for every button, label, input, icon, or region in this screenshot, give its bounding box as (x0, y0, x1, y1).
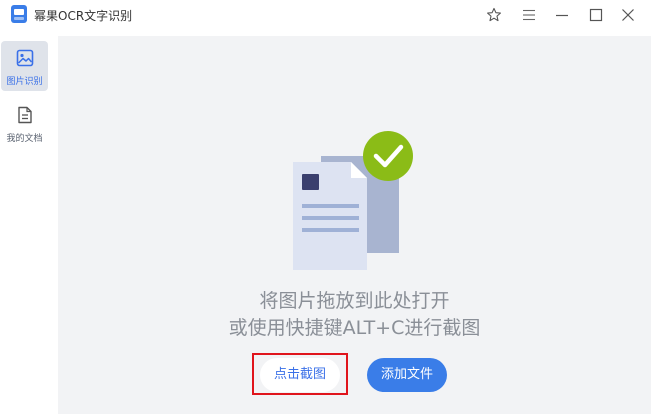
close-button[interactable] (617, 4, 639, 26)
star-icon (487, 7, 501, 22)
sidebar-item-my-documents[interactable]: 我的文档 (1, 98, 48, 148)
document-check-illustration (293, 131, 413, 270)
star-button[interactable] (483, 4, 505, 26)
add-file-button[interactable]: 添加文件 (367, 358, 447, 392)
image-icon (16, 49, 34, 67)
sidebar-item-label: 图片识别 (6, 77, 43, 87)
maximize-button[interactable] (585, 4, 607, 26)
close-icon (622, 9, 634, 21)
menu-icon (523, 9, 535, 21)
maximize-icon (589, 8, 603, 22)
app-title: 幂果OCR文字识别 (34, 9, 133, 23)
sidebar: 图片识别 我的文档 (0, 30, 52, 414)
drop-zone[interactable]: 将图片拖放到此处打开 或使用快捷键ALT+C进行截图 点击截图 添加文件 (58, 36, 651, 414)
capture-screenshot-button[interactable]: 点击截图 (260, 358, 340, 392)
menu-button[interactable] (518, 4, 540, 26)
sidebar-item-image-recognition[interactable]: 图片识别 (1, 41, 48, 91)
minimize-button[interactable] (551, 4, 573, 26)
ocr-logo-icon (11, 5, 27, 23)
document-icon (18, 106, 32, 124)
minimize-icon (556, 14, 568, 17)
sidebar-item-label: 我的文档 (6, 134, 43, 144)
check-badge (363, 131, 413, 181)
shortcut-hint-text: 或使用快捷键ALT+C进行截图 (228, 317, 481, 339)
title-bar: 幂果OCR文字识别 (0, 0, 651, 30)
drop-hint-text: 将图片拖放到此处打开 (259, 290, 450, 312)
